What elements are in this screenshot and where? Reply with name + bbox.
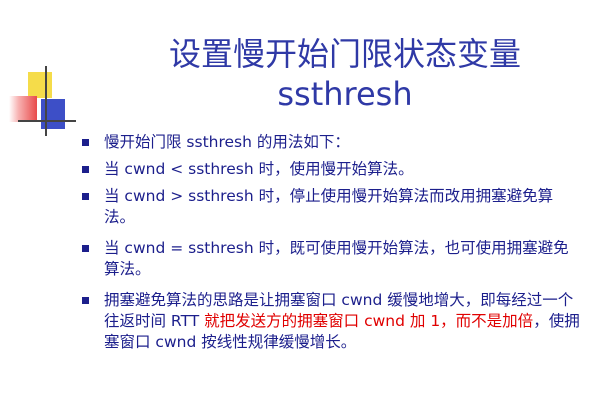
square-bullet-icon [82,139,89,146]
bullet-text: 慢开始门限 ssthresh 的用法如下： [104,133,350,151]
corner-decoration-red-square [9,96,37,122]
bullet-item: 当 cwnd < ssthresh 时，使用慢开始算法。 [82,159,582,180]
bullet-list: 慢开始门限 ssthresh 的用法如下： 当 cwnd < ssthresh … [82,132,582,363]
corner-decoration-yellow-square [28,72,52,98]
slide: 设置慢开始门限状态变量 ssthresh 慢开始门限 ssthresh 的用法如… [0,0,602,410]
slide-title-line-1: 设置慢开始门限状态变量 [168,35,521,73]
square-bullet-icon [82,245,89,252]
square-bullet-icon [82,297,89,304]
bullet-text: 当 cwnd < ssthresh 时，使用慢开始算法。 [104,160,414,178]
bullet-text: 当 cwnd = ssthresh 时，既可使用慢开始算法，也可使用拥塞避免算法… [104,239,569,278]
square-bullet-icon [82,193,89,200]
bullet-item: 当 cwnd > ssthresh 时，停止使用慢开始算法而改用拥塞避免算法。 [82,186,582,228]
slide-title: 设置慢开始门限状态变量 ssthresh [120,34,570,114]
bullet-item: 拥塞避免算法的思路是让拥塞窗口 cwnd 缓慢地增大，即每经过一个往返时间 RT… [82,290,582,353]
bullet-item: 当 cwnd = ssthresh 时，既可使用慢开始算法，也可使用拥塞避免算法… [82,238,582,280]
bullet-item: 慢开始门限 ssthresh 的用法如下： [82,132,582,153]
bullet-text-highlight: 就把发送方的拥塞窗口 cwnd 加 1，而不是加倍 [204,312,534,330]
slide-title-line-2: ssthresh [277,75,413,113]
corner-decoration-horizontal-line [18,120,76,122]
square-bullet-icon [82,166,89,173]
corner-decoration-vertical-line [45,66,47,136]
bullet-text: 当 cwnd > ssthresh 时，停止使用慢开始算法而改用拥塞避免算法。 [104,187,554,226]
